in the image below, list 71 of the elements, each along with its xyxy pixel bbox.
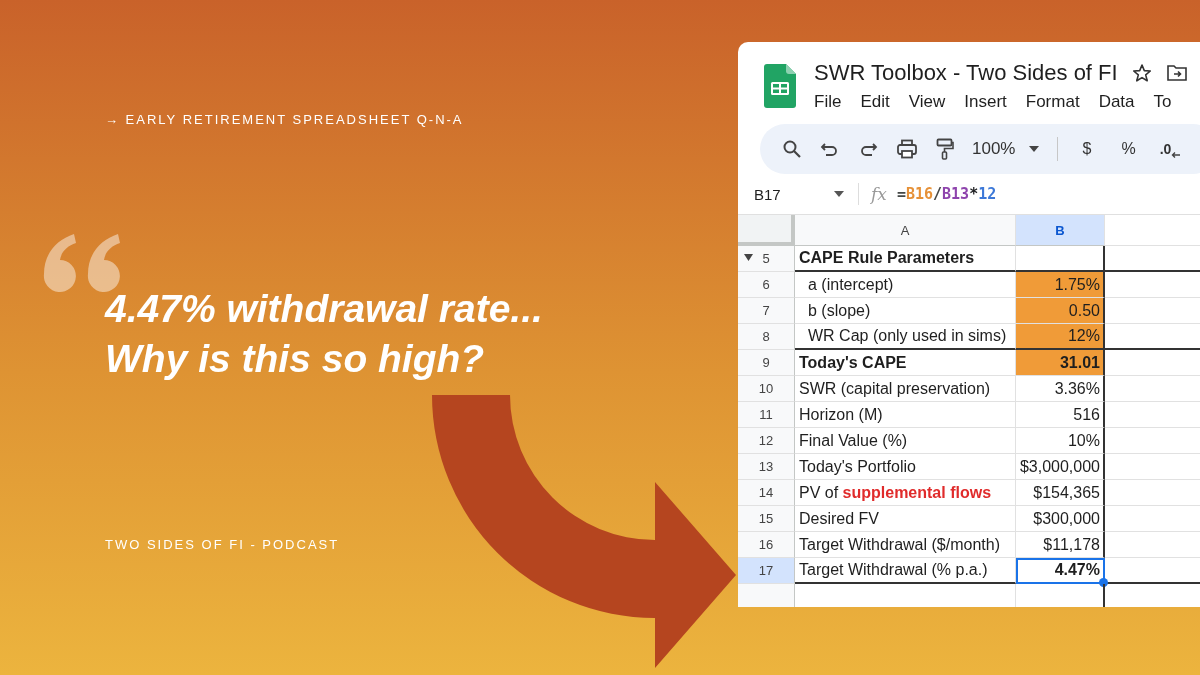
- row-header[interactable]: 11: [738, 402, 795, 428]
- row-header[interactable]: 8: [738, 324, 795, 350]
- table-cell: 1.75%: [1016, 272, 1105, 298]
- row-header[interactable]: 5: [738, 246, 795, 272]
- name-box[interactable]: B17: [754, 185, 834, 203]
- left-arrow-icon: [1171, 151, 1182, 159]
- search-icon[interactable]: [782, 139, 802, 159]
- tagline: → EARLY RETIREMENT SPREADSHEET Q-N-A: [105, 112, 465, 127]
- undo-icon[interactable]: [820, 140, 840, 158]
- row-header[interactable]: 14: [738, 480, 795, 506]
- function-label: fx: [871, 184, 887, 204]
- row-header[interactable]: 16: [738, 532, 795, 558]
- table-cell: 516: [1016, 402, 1105, 428]
- headline: 4.47% withdrawal rate...: [105, 286, 544, 332]
- table-cell: 31.01: [1016, 350, 1105, 376]
- collapse-toggle-icon[interactable]: [744, 254, 753, 261]
- table-cell: b (slope): [795, 298, 1016, 324]
- table-cell: 0.50: [1016, 298, 1105, 324]
- table-cell: Today's CAPE: [795, 350, 1016, 376]
- row-header[interactable]: 15: [738, 506, 795, 532]
- menu-item[interactable]: Data: [1098, 92, 1135, 112]
- document-title[interactable]: SWR Toolbox - Two Sides of FI: [814, 60, 1118, 86]
- table-cell: 3.36%: [1016, 376, 1105, 402]
- table-cell: SWR (capital preservation): [795, 376, 1016, 402]
- print-icon[interactable]: [896, 139, 918, 159]
- formula-field[interactable]: =B16/B13*12: [896, 185, 997, 203]
- table-cell: $3,000,000: [1016, 454, 1105, 480]
- row-header[interactable]: 10: [738, 376, 795, 402]
- decrease-decimal-button[interactable]: .0: [1159, 141, 1172, 157]
- table-cell: 4.47%: [1016, 558, 1105, 584]
- menu-item[interactable]: Insert: [964, 92, 1007, 112]
- table-cell: Target Withdrawal (% p.a.): [795, 558, 1016, 584]
- folder-icon[interactable]: [1165, 63, 1188, 83]
- row-header[interactable]: 6: [738, 272, 795, 298]
- row-header[interactable]: 13: [738, 454, 795, 480]
- redo-icon[interactable]: [858, 140, 878, 158]
- row-header[interactable]: 17: [738, 558, 795, 584]
- menu-item[interactable]: View: [908, 92, 946, 112]
- table-cell: Final Value (%): [795, 428, 1016, 454]
- table-cell: Target Withdrawal ($/month): [795, 532, 1016, 558]
- row-header[interactable]: 9: [738, 350, 795, 376]
- column-header[interactable]: B: [1016, 215, 1105, 246]
- star-icon[interactable]: [1131, 63, 1152, 83]
- column-header[interactable]: A: [795, 215, 1016, 246]
- table-cell: $300,000: [1016, 506, 1105, 532]
- currency-button[interactable]: $: [1076, 140, 1098, 158]
- table-cell: Horizon (M): [795, 402, 1016, 428]
- table-cell: a (intercept): [795, 272, 1016, 298]
- paint-roller-icon[interactable]: [936, 138, 954, 160]
- fill-handle[interactable]: [1099, 578, 1108, 587]
- zoom-dropdown[interactable]: 100%: [972, 139, 1040, 159]
- table-cell: PV of supplemental flows: [795, 480, 1016, 506]
- table-cell: CAPE Rule Parameters: [795, 246, 1016, 272]
- table-cell: Today's Portfolio: [795, 454, 1016, 480]
- menu-item[interactable]: Edit: [860, 92, 890, 112]
- menu-item[interactable]: File: [814, 92, 842, 112]
- caret-icon[interactable]: [834, 191, 844, 197]
- row-header[interactable]: 12: [738, 428, 795, 454]
- table-cell: $154,365: [1016, 480, 1105, 506]
- menu-item[interactable]: To: [1153, 92, 1172, 112]
- menu-item[interactable]: Format: [1025, 92, 1080, 112]
- table-cell: 12%: [1016, 324, 1105, 350]
- row-header[interactable]: 7: [738, 298, 795, 324]
- caret-icon: [1029, 146, 1040, 152]
- headline: Why is this so high?: [105, 336, 486, 382]
- footer-text: TWO SIDES OF FI - PODCAST: [105, 537, 341, 552]
- table-cell: 10%: [1016, 428, 1105, 454]
- table-cell: Desired FV: [795, 506, 1016, 532]
- spreadsheet-logo-icon: [764, 64, 796, 108]
- percent-button[interactable]: %: [1115, 140, 1142, 158]
- table-cell: $11,178: [1016, 532, 1105, 558]
